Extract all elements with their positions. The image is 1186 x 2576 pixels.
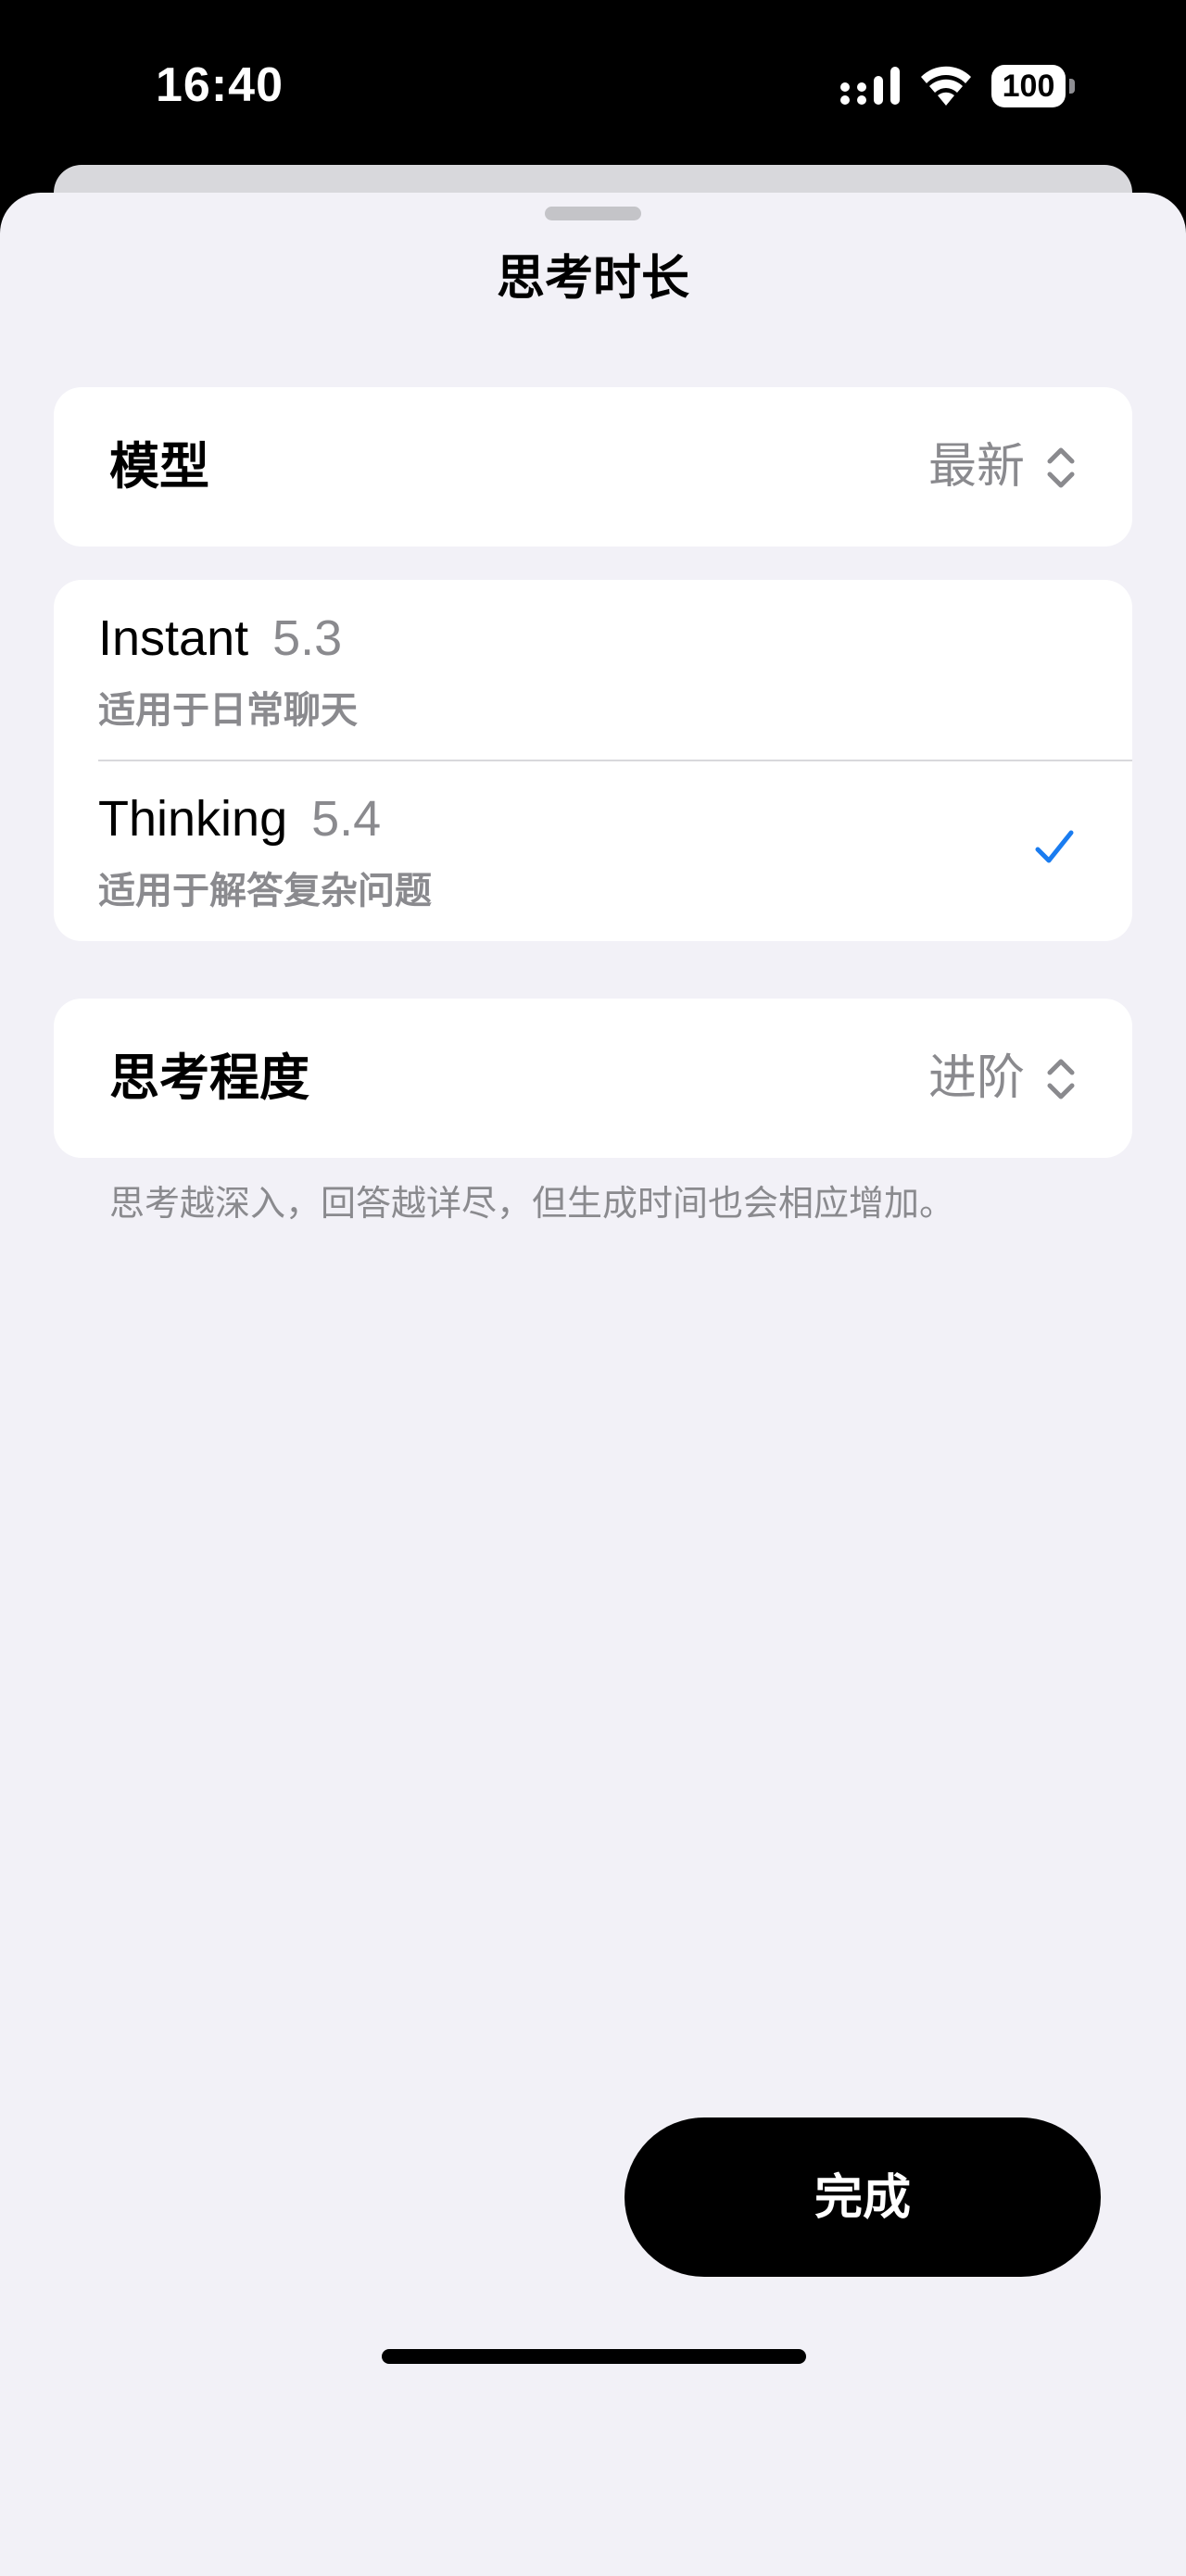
checkmark-icon: [1035, 830, 1074, 863]
effort-footnote: 思考越深入，回答越详尽，但生成时间也会相应增加。: [109, 1183, 955, 1224]
option-version: 5.4: [311, 791, 382, 847]
option-version: 5.3: [272, 610, 343, 666]
status-time: 16:40: [156, 58, 284, 112]
model-value: 最新: [927, 439, 1025, 495]
signal-icon: [840, 67, 900, 105]
option-title: Thinking 5.4: [98, 790, 381, 848]
sheet-title: 思考时长: [496, 251, 689, 307]
chevron-up-down-icon: [1047, 447, 1075, 488]
battery-tip: [1069, 79, 1075, 94]
model-label: 模型: [109, 437, 209, 496]
option-thinking[interactable]: Thinking 5.4 适用于解答复杂问题: [54, 760, 1132, 941]
model-selector-row[interactable]: 模型 最新: [54, 387, 1132, 547]
battery-level: 100: [991, 65, 1066, 107]
option-instant[interactable]: Instant 5.3 适用于日常聊天: [54, 580, 1132, 761]
option-title: Instant 5.3: [98, 609, 342, 667]
done-button[interactable]: 完成: [625, 2117, 1101, 2277]
battery-icon: 100: [991, 65, 1075, 107]
effort-value: 进阶: [927, 1050, 1025, 1106]
chevron-up-down-icon: [1047, 1059, 1075, 1100]
option-description: 适用于日常聊天: [98, 689, 358, 732]
sheet-grabber[interactable]: [545, 207, 641, 220]
home-indicator[interactable]: [382, 2349, 806, 2364]
model-options-list: Instant 5.3 适用于日常聊天 Thinking 5.4 适用于解答复杂问题: [54, 580, 1132, 941]
thinking-effort-row[interactable]: 思考程度 进阶: [54, 999, 1132, 1158]
wifi-icon: [921, 66, 971, 106]
option-description: 适用于解答复杂问题: [98, 870, 432, 912]
option-name: Instant: [98, 610, 249, 666]
status-bar: 16:40 100: [0, 0, 1186, 167]
effort-label: 思考程度: [109, 1049, 309, 1107]
option-name: Thinking: [98, 791, 288, 847]
